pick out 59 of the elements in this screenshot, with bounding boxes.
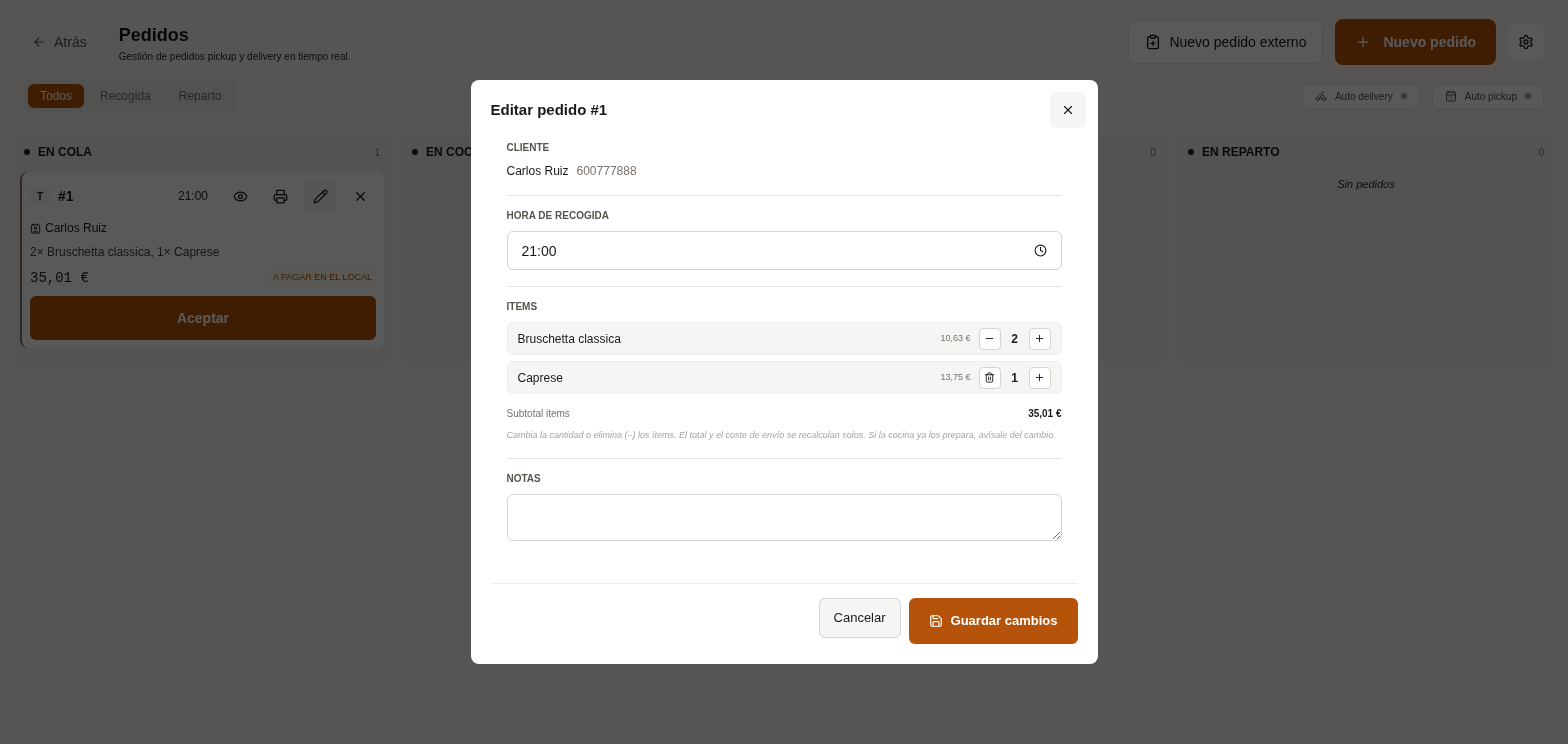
clipboard-plus-icon [1145, 34, 1162, 50]
subtotal-value: 35,01 € [1028, 407, 1062, 421]
section-label: CLIENTE [506, 141, 551, 155]
time-field[interactable]: 21:00 [506, 231, 1062, 270]
trash-icon [984, 372, 995, 383]
new-order-button[interactable]: Nuevo pedido [1335, 19, 1496, 65]
plus-icon [1034, 333, 1045, 344]
save-icon [928, 614, 943, 628]
page-title: Pedidos [118, 23, 190, 47]
edit-button[interactable] [304, 180, 336, 212]
clock-icon [1033, 244, 1047, 257]
hint-text: Cambia la cantidad o elimina (–) los ítems. El total y el coste de envío se recalculan solos. Si la cocina ya los prepara, avísale del cambio. [506, 429, 1057, 442]
customer-phone: 600777888 [576, 163, 637, 179]
pencil-icon [312, 188, 328, 204]
back-button[interactable]: Atrás [24, 28, 95, 56]
customer-name: Carlos Ruiz [45, 220, 107, 236]
order-total: 35,01 € [30, 269, 89, 288]
notes-field[interactable] [506, 494, 1062, 541]
empty-message: Sin pedidos [1337, 177, 1395, 192]
auto-toggle[interactable]: Auto delivery [1301, 83, 1420, 109]
increase-button[interactable] [1028, 327, 1051, 350]
bike-icon [1314, 90, 1327, 102]
printer-icon [272, 188, 288, 204]
contact-card-icon [30, 222, 41, 234]
subtotal-label: Subtotal items [506, 407, 570, 421]
order-items: 2× Bruschetta classica, 1× Caprese [30, 244, 221, 260]
accept-button[interactable]: Aceptar [30, 296, 376, 340]
save-button[interactable]: Guardar cambios [908, 598, 1078, 644]
decrease-button[interactable] [978, 327, 1001, 350]
dialog-title: Editar pedido #1 [490, 99, 608, 120]
increase-button[interactable] [1028, 366, 1051, 389]
order-type-badge: T [30, 186, 50, 206]
payment-badge: A PAGAR EN EL LOCAL [268, 269, 376, 287]
section-label: ITEMS [506, 300, 539, 314]
eye-icon [232, 188, 248, 204]
item-quantity: 2 [1010, 330, 1019, 347]
filter-tab[interactable]: Todos [28, 84, 85, 108]
calendar-icon [1444, 90, 1457, 102]
item-price: 10,63 € [940, 331, 971, 345]
section-label: HORA DE RECOGIDA [506, 209, 610, 223]
column-title: EN REPARTO [1202, 144, 1280, 160]
page-subtitle: Gestión de pedidos pickup y delivery en tiempo real. [118, 49, 351, 64]
cancel-button[interactable]: Cancelar [818, 598, 901, 638]
settings-icon [1518, 34, 1534, 50]
item-price: 13,75 € [940, 370, 971, 384]
order-number: #1 [58, 187, 74, 206]
customer-name: Carlos Ruiz [506, 163, 569, 179]
column-title: EN COLA [38, 144, 92, 160]
order-time: 21:00 [177, 188, 208, 205]
item-quantity: 1 [1010, 369, 1019, 386]
column-title: EN COC [426, 144, 473, 160]
item-name: Caprese [517, 369, 564, 386]
external-order-button[interactable]: Nuevo pedido externo [1128, 20, 1324, 64]
item-name: Bruschetta classica [517, 330, 622, 347]
section-label: NOTAS [506, 472, 542, 486]
close-button[interactable] [1049, 92, 1086, 128]
plus-icon [1034, 372, 1045, 383]
delete-button[interactable] [978, 366, 1001, 389]
settings-button[interactable] [1508, 24, 1544, 60]
